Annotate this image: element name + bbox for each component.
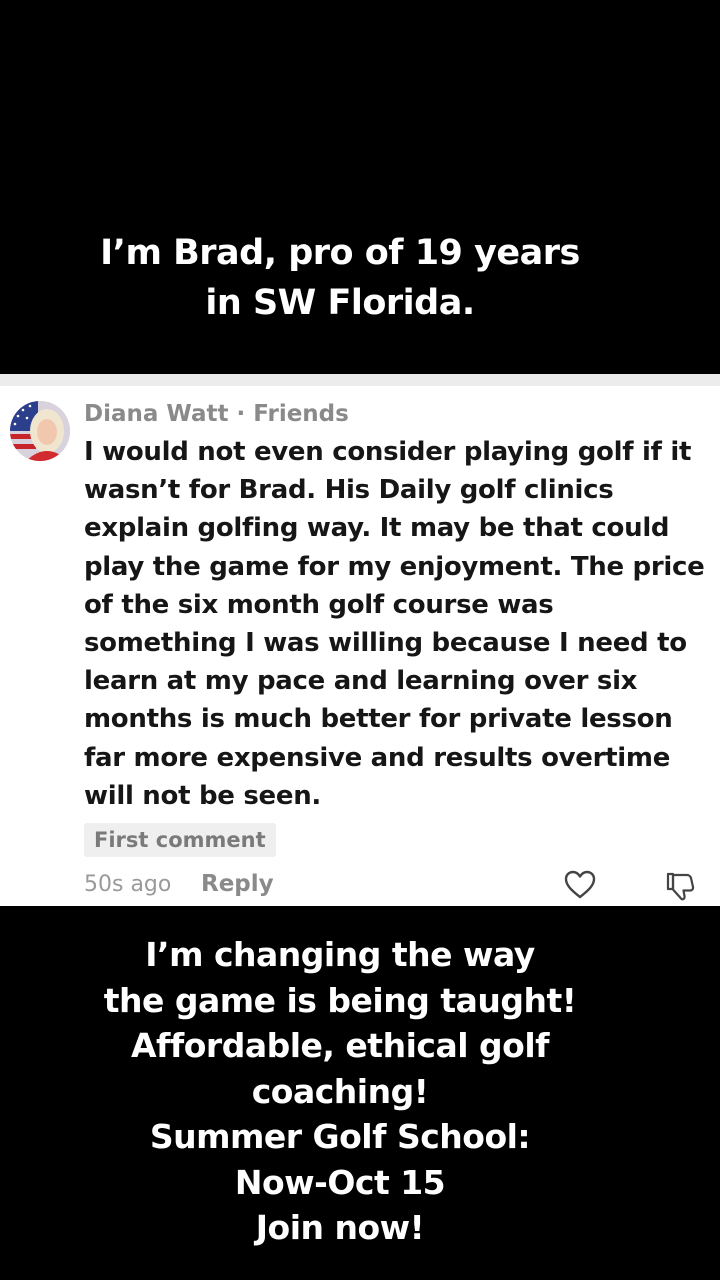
meta-separator: ·: [228, 401, 254, 427]
avatar[interactable]: [10, 401, 70, 461]
caption-line: I’m changing the way: [145, 935, 535, 974]
comment-line: of the six month golf course was: [84, 589, 554, 620]
thumbs-down-outline-icon: [666, 872, 695, 901]
comment-body: I would not even consider playing golf i…: [84, 433, 708, 815]
heart-icon[interactable]: [564, 870, 596, 900]
thumbs-down-icon[interactable]: [664, 870, 696, 902]
comment-screenshot: Diana Watt · Friends I would not even co…: [0, 374, 720, 906]
comment-line: far more expensive and results overtime: [84, 742, 671, 773]
comment-line: wasn’t for Brad. His Daily golf clinics: [84, 475, 614, 506]
bottom-caption: I’m changing the way the game is being t…: [0, 932, 680, 1251]
caption-line: Affordable, ethical golf: [131, 1026, 549, 1065]
comment-line: learn at my pace and learning over six: [84, 666, 638, 697]
caption-line: in SW Florida.: [205, 283, 475, 323]
relation-label: Friends: [253, 401, 349, 427]
card-top-divider: [0, 374, 720, 386]
first-comment-badge: First comment: [84, 823, 276, 857]
commenter-line: Diana Watt · Friends: [84, 398, 349, 430]
caption-line: coaching!: [251, 1071, 429, 1111]
comment-line: explain golfing way. It may be that coul…: [84, 513, 670, 544]
caption-line: Join now!: [255, 1208, 425, 1247]
comment-line: months is much better for private lesson: [84, 704, 673, 735]
comment-line: play the game for my enjoyment. The pric…: [84, 551, 705, 582]
comment-line: something I was willing because I need t…: [84, 628, 687, 659]
reply-button[interactable]: Reply: [201, 869, 274, 899]
caption-line: Summer Golf School:: [149, 1117, 531, 1156]
avatar-image: [10, 401, 70, 461]
caption-line: the game is being taught!: [103, 980, 577, 1020]
caption-line: Now-Oct 15: [234, 1162, 446, 1202]
comment-line: I would not even consider playing golf i…: [84, 437, 692, 467]
video-frame: I’m Brad, pro of 19 years in SW Florida.: [0, 0, 720, 1280]
comment-line: will not be seen.: [84, 780, 321, 811]
heart-outline-icon: [564, 870, 596, 899]
author-name[interactable]: Diana Watt: [84, 401, 228, 427]
caption-line: I’m Brad, pro of 19 years: [100, 233, 580, 273]
top-caption: I’m Brad, pro of 19 years in SW Florida.: [0, 228, 680, 328]
comment-timestamp: 50s ago: [84, 872, 172, 897]
